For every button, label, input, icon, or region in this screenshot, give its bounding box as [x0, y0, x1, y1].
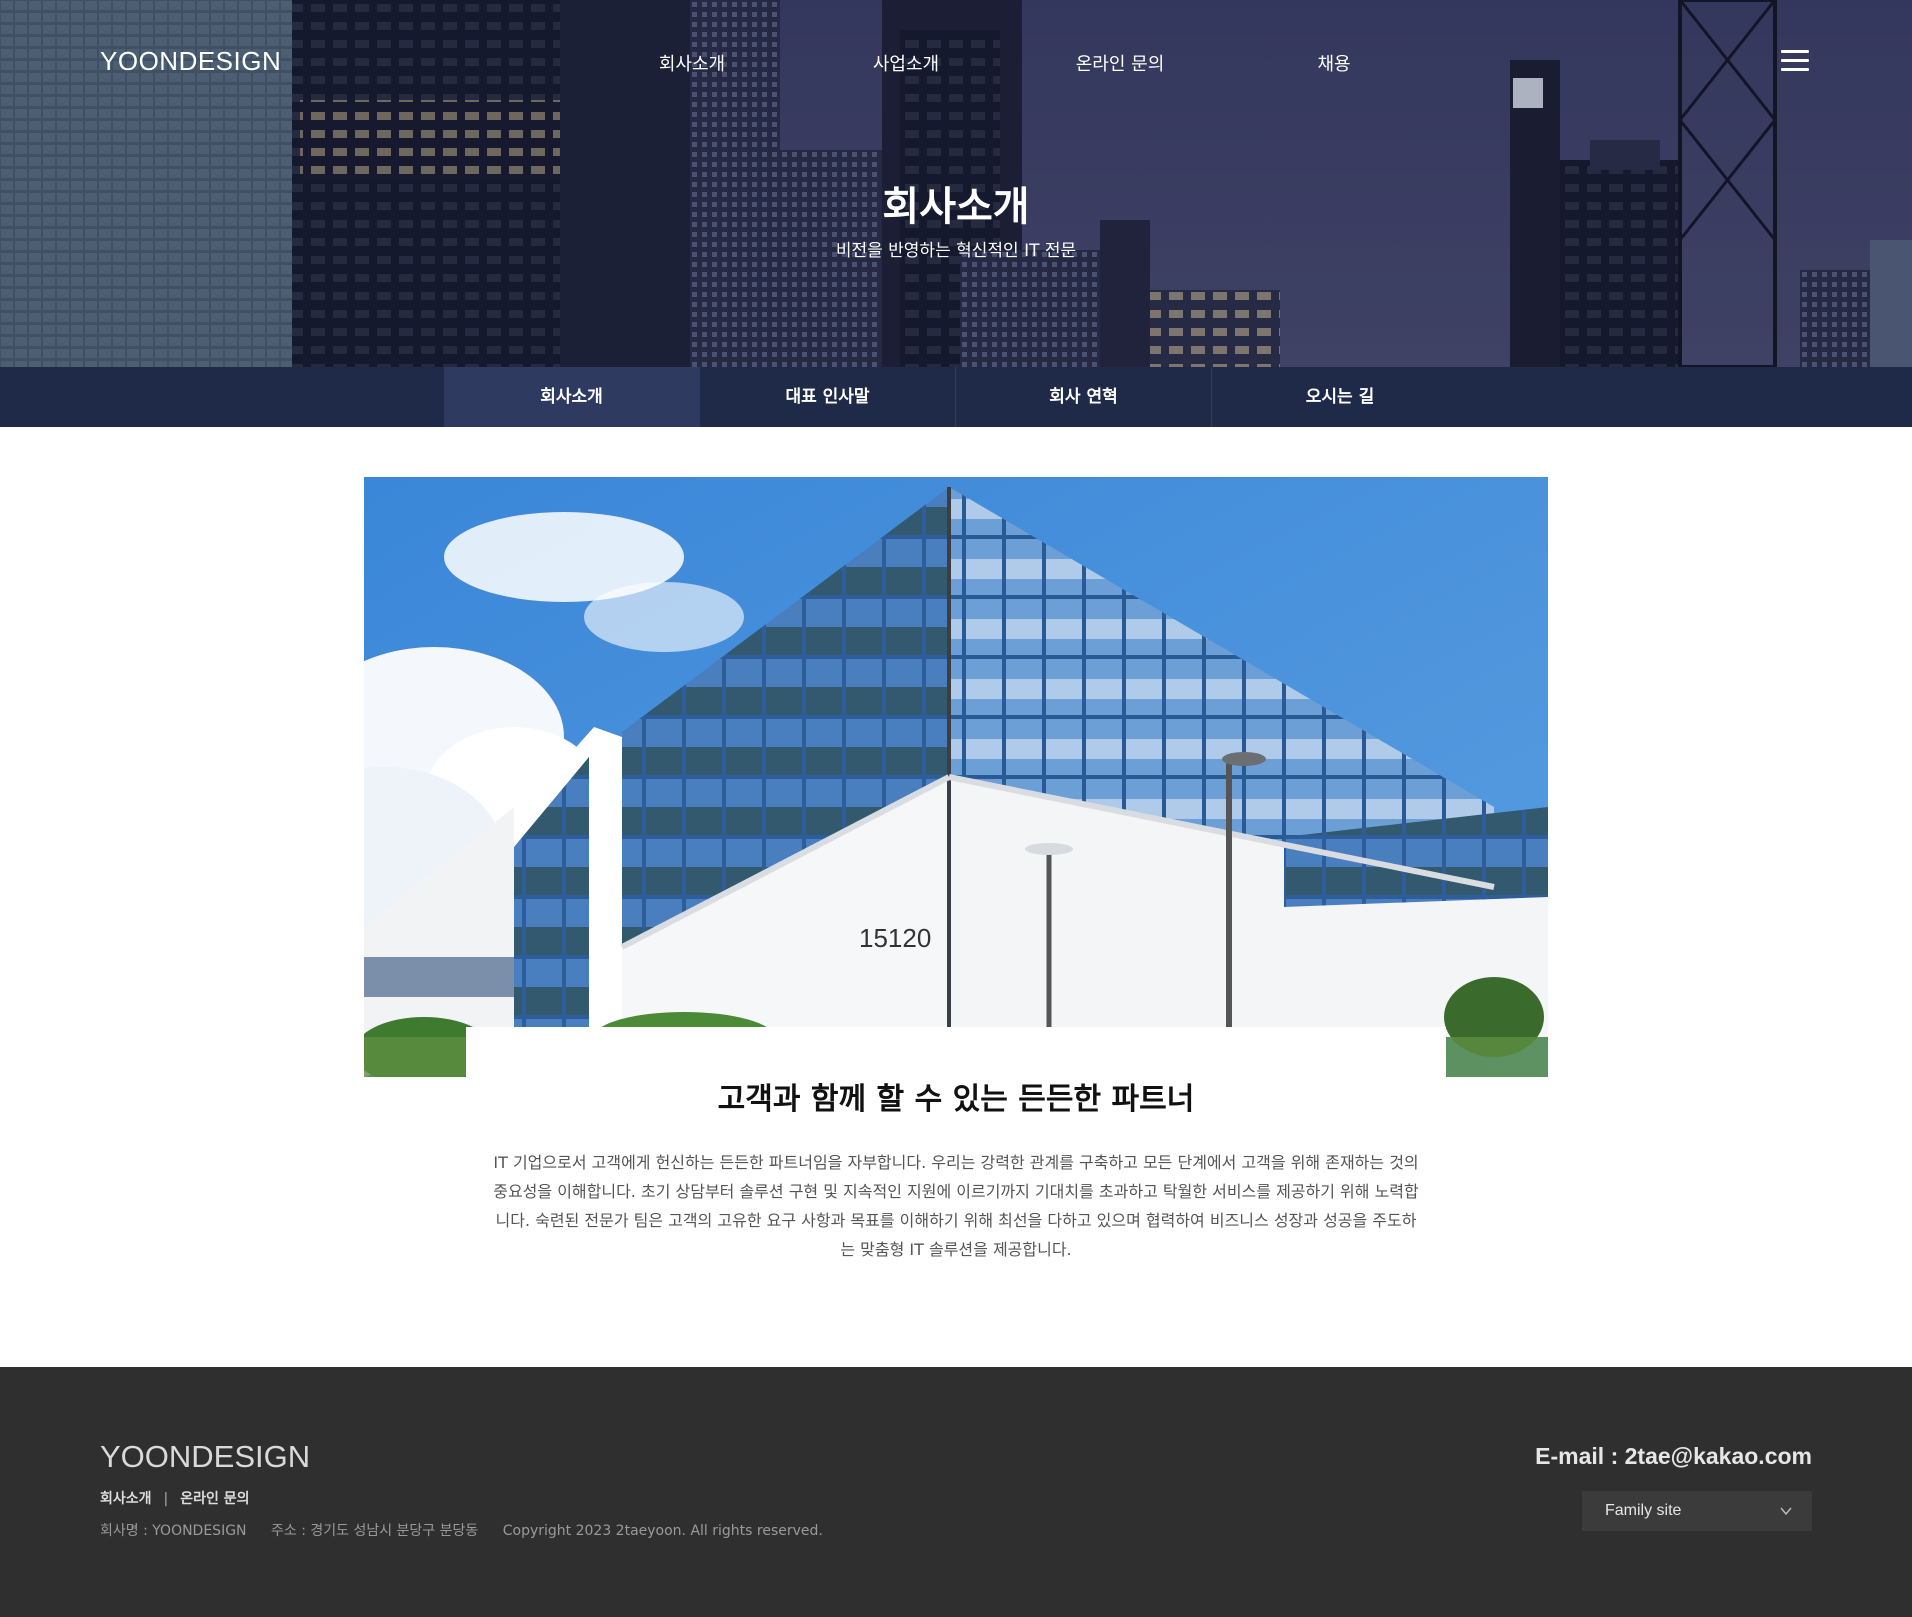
footer-links: 회사소개 | 온라인 문의 [100, 1488, 250, 1508]
nav-item-inquiry[interactable]: 온라인 문의 [1040, 50, 1200, 76]
building-number: 15120 [859, 923, 931, 953]
footer: YOONDESIGN 회사소개 | 온라인 문의 회사명 : YOONDESIGN … [0, 1367, 1912, 1617]
footer-info: 회사명 : YOONDESIGN 주소 : 경기도 성남시 분당구 분당동 Co… [100, 1520, 843, 1540]
nav-item-business[interactable]: 사업소개 [826, 50, 986, 76]
footer-logo[interactable]: YOONDESIGN [100, 1439, 310, 1475]
footer-address: 주소 : 경기도 성남시 분당구 분당동 [270, 1523, 479, 1539]
footer-link-inquiry[interactable]: 온라인 문의 [180, 1491, 249, 1507]
page-subtitle: 비전을 반영하는 혁신적인 IT 전문 [835, 241, 1077, 261]
office-building-photo: 15120 [364, 477, 1548, 1077]
section-description: IT 기업으로서 고객에게 헌신하는 든든한 파트너임을 자부합니다. 우리는 … [493, 1153, 1419, 1259]
chevron-down-icon [1780, 1507, 1792, 1516]
footer-link-company[interactable]: 회사소개 [100, 1491, 152, 1507]
family-site-select[interactable]: Family site [1582, 1491, 1812, 1531]
page-title: 회사소개 [882, 184, 1030, 230]
sub-navigation: 회사소개 대표 인사말 회사 연혁 오시는 길 [0, 367, 1912, 427]
tab-ceo-greeting[interactable]: 대표 인사말 [700, 367, 956, 427]
nav-item-company[interactable]: 회사소개 [612, 50, 772, 76]
hamburger-menu-icon[interactable] [1781, 50, 1809, 72]
family-site-label: Family site [1605, 1502, 1682, 1519]
section-title: 고객과 함께 할 수 있는 든든한 파트너 [717, 1082, 1195, 1117]
nav-item-careers[interactable]: 채용 [1254, 50, 1414, 76]
tab-company-intro[interactable]: 회사소개 [444, 367, 700, 427]
tab-directions[interactable]: 오시는 길 [1212, 367, 1468, 427]
footer-link-separator: | [163, 1491, 169, 1507]
tab-history[interactable]: 회사 연혁 [956, 367, 1212, 427]
footer-email: E-mail : 2tae@kakao.com [1535, 1443, 1812, 1469]
hero-banner: YOONDESIGN 회사소개 사업소개 온라인 문의 채용 회사소개 비전을 … [0, 0, 1912, 367]
footer-company-name: 회사명 : YOONDESIGN [100, 1523, 247, 1539]
footer-copyright: Copyright 2023 2taeyoon. All rights rese… [502, 1523, 823, 1539]
main-nav: 회사소개 사업소개 온라인 문의 채용 [0, 50, 1912, 76]
